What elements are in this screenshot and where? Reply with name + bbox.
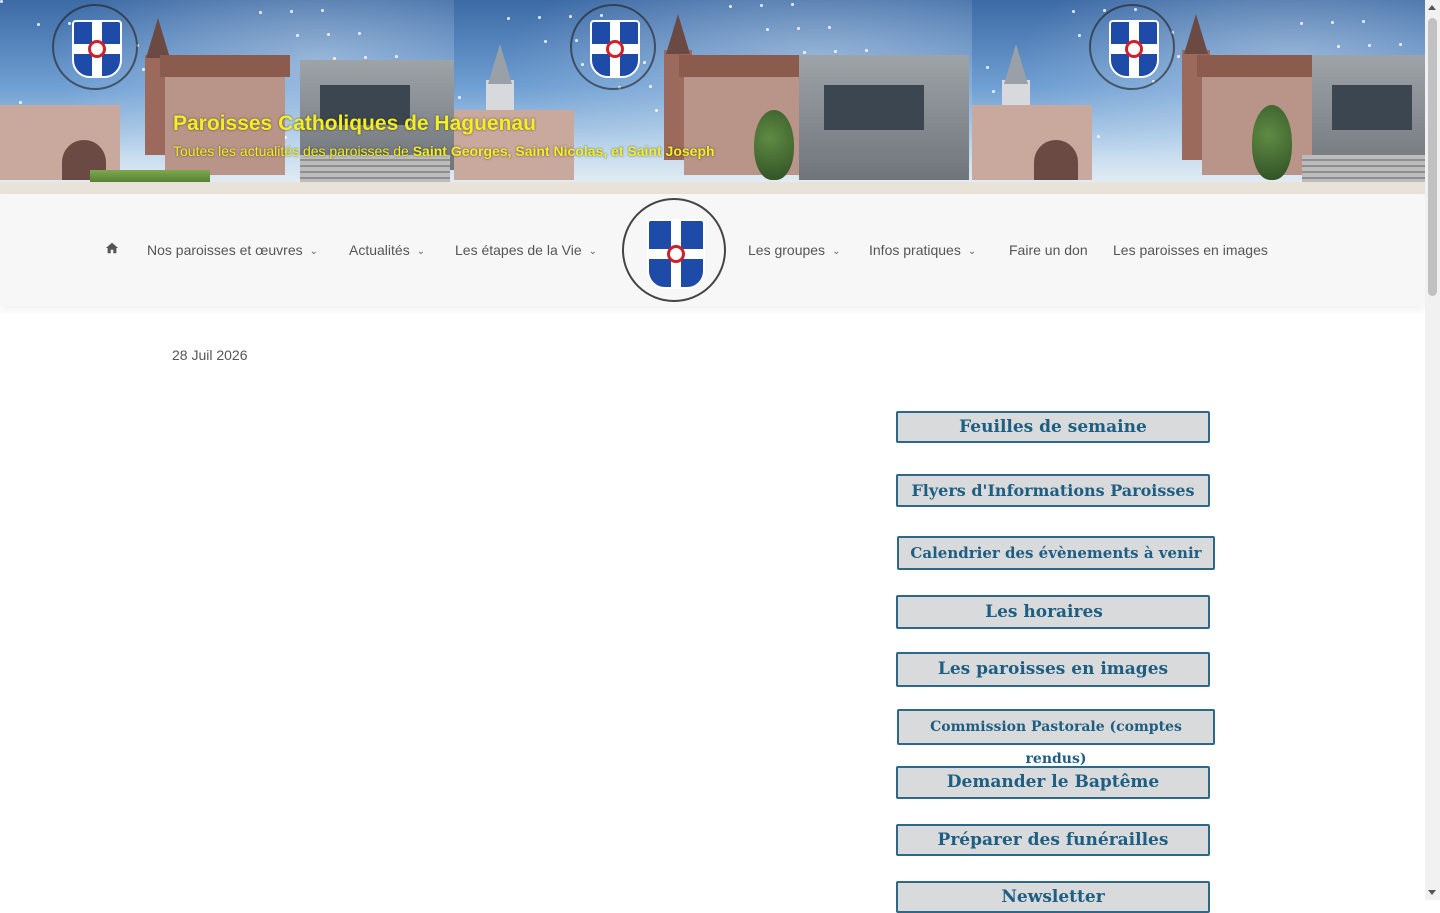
snowflake [321, 9, 324, 12]
banner-panel-3 [972, 0, 1425, 194]
nav-label: Infos pratiques [869, 242, 961, 258]
nav-label: Les groupes [748, 242, 826, 258]
snowflake [538, 16, 541, 19]
horaires-button[interactable]: Les horaires [896, 595, 1210, 629]
snowflake [803, 51, 806, 54]
snowflake [358, 32, 361, 35]
snowflake [296, 34, 299, 37]
snowflake [1177, 55, 1180, 58]
tagline-parishes: Saint Georges, Saint Nicolas, et Saint J… [412, 143, 715, 159]
site-title[interactable]: Paroisses Catholiques de Haguenau [173, 112, 536, 136]
home-icon[interactable] [105, 241, 119, 255]
nav-item-infos[interactable]: Infos pratiques ⌄ [869, 242, 976, 258]
chevron-down-icon: ⌄ [309, 246, 318, 257]
nav-label: Les étapes de la Vie [455, 242, 582, 258]
nav-item-paroisses[interactable]: Nos paroisses et œuvres ⌄ [147, 242, 318, 258]
snowflake [507, 17, 510, 20]
seal-logo [52, 4, 138, 90]
chevron-down-icon: ⌄ [416, 246, 426, 257]
snowflake [1368, 44, 1371, 47]
snowflake [834, 50, 837, 53]
snowflake [766, 28, 769, 31]
feuilles-semaine-button[interactable]: Feuilles de semaine [896, 411, 1210, 443]
bapteme-button[interactable]: Demander le Baptême [896, 766, 1210, 799]
snowflake [992, 90, 995, 93]
snowflake [569, 15, 572, 18]
snowflake [655, 109, 658, 112]
snowflake [1300, 22, 1303, 25]
snowflake [791, 3, 794, 6]
snowflake [395, 55, 398, 58]
chevron-down-icon: ⌄ [967, 246, 977, 257]
snowflake [729, 5, 732, 8]
snowflake [1078, 34, 1081, 37]
commission-pastorale-button[interactable]: Commission Pastorale (comptes rendus) [897, 709, 1215, 767]
paroisses-images-button[interactable]: Les paroisses en images [896, 652, 1210, 687]
snowflake [828, 26, 831, 29]
snowflake [865, 49, 868, 52]
scroll-up-arrow-icon[interactable] [1428, 5, 1436, 10]
scroll-thumb[interactable] [1428, 18, 1437, 296]
nav-item-groupes[interactable]: Les groupes ⌄ [748, 242, 840, 258]
snowflake [364, 56, 367, 59]
newsletter-button[interactable]: Newsletter [896, 881, 1210, 913]
header-banner: Paroisses Catholiques de Haguenau Toutes… [0, 0, 1425, 194]
nav-label: Les paroisses en images [1113, 242, 1268, 258]
chevron-down-icon: ⌄ [588, 246, 598, 257]
snowflake [0, 0, 3, 3]
page-scrollbar[interactable] [1425, 0, 1440, 900]
main-navigation: Nos paroisses et œuvres ⌄ Actualités ⌄ Les… [0, 194, 1425, 306]
snowflake [797, 27, 800, 30]
nav-label: Nos paroisses et œuvres [147, 242, 303, 258]
nav-item-etapes[interactable]: Les étapes de la Vie ⌄ [455, 242, 597, 258]
site-tagline: Toutes les actualités des paroisses de S… [173, 143, 715, 159]
flyers-button[interactable]: Flyers d'Informations Paroisses [896, 474, 1210, 507]
snowflake [259, 11, 262, 14]
nav-item-images[interactable]: Les paroisses en images [1113, 242, 1268, 258]
snowflake [1399, 43, 1402, 46]
snowflake [1072, 10, 1075, 13]
post-date: 28 Juil 2026 [172, 347, 248, 363]
scroll-down-arrow-icon[interactable] [1428, 890, 1436, 895]
snowflake [1331, 21, 1334, 24]
snowflake [760, 4, 763, 7]
seal-logo [570, 4, 656, 90]
snowflake [544, 40, 547, 43]
banner-panel-2 [454, 0, 973, 194]
tagline-text: Toutes les actualités des paroisses de [173, 143, 413, 159]
nav-label: Faire un don [1009, 242, 1088, 258]
calendrier-button[interactable]: Calendrier des évènements à venir [897, 536, 1215, 570]
banner-panel-1 [0, 0, 455, 194]
funerailles-button[interactable]: Préparer des funérailles [896, 824, 1210, 856]
snowflake [1362, 20, 1365, 23]
snowflake [458, 96, 461, 99]
snowflake [649, 85, 652, 88]
nav-label: Actualités [349, 242, 410, 258]
snowflake [37, 23, 40, 26]
site-logo[interactable] [622, 198, 726, 302]
snowflake [290, 10, 293, 13]
snowflake [986, 66, 989, 69]
nav-item-don[interactable]: Faire un don [1009, 242, 1088, 258]
snowflake [1337, 45, 1340, 48]
snowflake [327, 33, 330, 36]
chevron-down-icon: ⌄ [832, 246, 841, 257]
nav-item-actualites[interactable]: Actualités ⌄ [349, 242, 425, 258]
seal-logo [1089, 4, 1175, 90]
snowflake [19, 101, 22, 104]
snowflake [1097, 135, 1100, 138]
